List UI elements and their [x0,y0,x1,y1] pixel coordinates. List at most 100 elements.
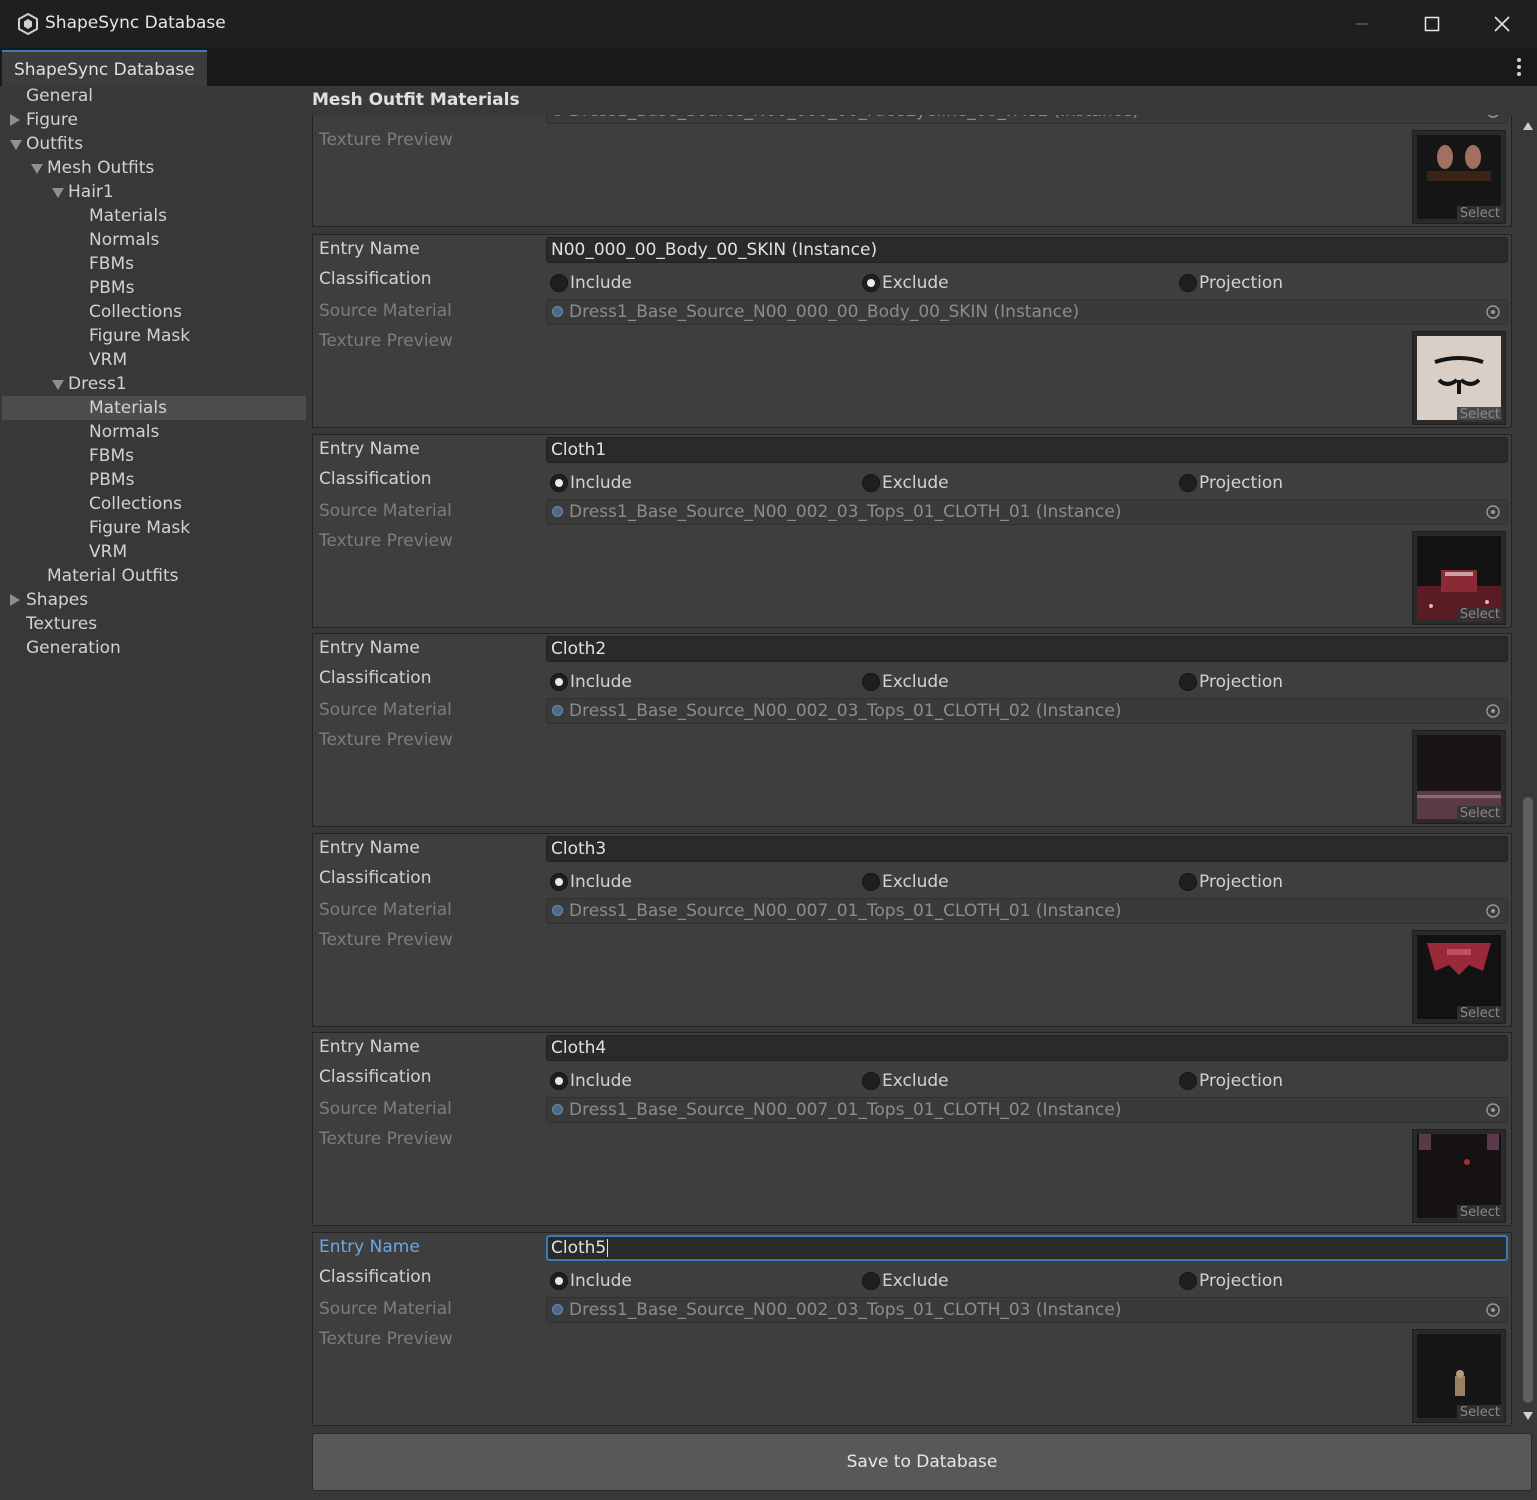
tab-shapesync-database[interactable]: ShapeSync Database [2,50,207,86]
sidebar-item-pbms[interactable]: PBMs [2,276,306,300]
radio-projection[interactable]: Projection [1179,870,1283,894]
collapsed-arrow-icon[interactable] [10,114,20,126]
radio-include[interactable]: Include [550,870,632,894]
source-material-field[interactable]: Dress1_Base_Source_N00_002_03_Tops_01_CL… [546,698,1508,725]
texture-preview-thumbnail[interactable]: Select [1412,1329,1506,1423]
sidebar-item-mesh-outfits[interactable]: Mesh Outfits [2,156,306,180]
sidebar-item-collections[interactable]: Collections [2,300,306,324]
radio-button-icon[interactable] [1179,872,1197,891]
source-material-field[interactable]: Dress1_Base_Source_N00_007_01_Tops_01_CL… [546,897,1508,924]
radio-button-icon[interactable] [862,673,880,692]
scroll-down-icon[interactable] [1522,1411,1534,1421]
object-picker-icon[interactable] [1485,903,1501,919]
sidebar-item-materials[interactable]: Materials [2,396,306,420]
radio-exclude[interactable]: Exclude [862,870,949,894]
expanded-arrow-icon[interactable] [52,188,64,198]
select-texture-button[interactable]: Select [1456,1205,1503,1221]
radio-button-icon[interactable] [1179,673,1197,692]
texture-preview-thumbnail[interactable]: Select [1412,929,1506,1024]
sidebar-item-hair1[interactable]: Hair1 [2,180,306,204]
radio-button-icon[interactable] [1179,1072,1197,1091]
sidebar-item-figure-mask[interactable]: Figure Mask [2,324,306,348]
select-texture-button[interactable]: Select [1456,1005,1503,1021]
radio-button-icon[interactable] [550,1272,568,1290]
select-texture-button[interactable]: Select [1456,1405,1503,1420]
radio-button-icon[interactable] [1179,473,1197,492]
sidebar-item-generation[interactable]: Generation [2,636,306,660]
expanded-arrow-icon[interactable] [31,164,43,174]
maximize-button[interactable] [1397,0,1467,48]
entry-name-input[interactable]: Cloth2 [546,636,1508,663]
source-material-field[interactable]: Dress1_Base_Source_N00_002_03_Tops_01_CL… [546,498,1508,525]
radio-button-icon[interactable] [550,473,568,492]
texture-preview-thumbnail[interactable]: Select [1412,331,1506,425]
radio-button-icon[interactable] [550,673,568,692]
entry-name-input[interactable]: Cloth1 [546,436,1508,463]
texture-preview-thumbnail[interactable]: Select [1412,730,1506,825]
radio-projection[interactable]: Projection [1179,471,1283,495]
sidebar-item-textures[interactable]: Textures [2,612,306,636]
select-texture-button[interactable]: Select [1456,606,1503,622]
radio-button-icon[interactable] [550,872,568,891]
select-texture-button[interactable]: Select [1456,407,1503,422]
radio-projection[interactable]: Projection [1179,271,1283,295]
radio-include[interactable]: Include [550,271,632,295]
object-picker-icon[interactable] [1485,115,1501,119]
sidebar-item-fbms[interactable]: FBMs [2,252,306,276]
close-button[interactable] [1467,0,1537,48]
entry-name-input[interactable]: Cloth4 [546,1035,1508,1062]
radio-button-icon[interactable] [862,1072,880,1091]
object-picker-icon[interactable] [1485,504,1501,520]
texture-preview-thumbnail[interactable]: Select [1412,130,1506,224]
entry-name-input[interactable]: N00_000_00_Body_00_SKIN (Instance) [546,237,1508,263]
radio-include[interactable]: Include [550,1269,632,1293]
radio-button-icon[interactable] [1179,274,1197,292]
sidebar-item-vrm[interactable]: VRM [2,540,306,564]
source-material-field[interactable]: Dress1_Base_Source_N00_000_00_FaceEyelin… [546,115,1508,124]
sidebar-item-fbms[interactable]: FBMs [2,444,306,468]
radio-include[interactable]: Include [550,670,632,694]
radio-include[interactable]: Include [550,471,632,495]
radio-projection[interactable]: Projection [1179,1069,1283,1093]
radio-projection[interactable]: Projection [1179,670,1283,694]
object-picker-icon[interactable] [1485,1302,1501,1318]
radio-button-icon[interactable] [862,872,880,891]
entry-name-input[interactable]: Cloth3 [546,835,1508,862]
sidebar-item-normals[interactable]: Normals [2,420,306,444]
entry-name-input[interactable]: Cloth5 [546,1235,1508,1261]
entries-scroll-area[interactable]: Source Material Dress1_Base_Source_N00_00… [306,115,1514,1427]
sidebar-item-material-outfits[interactable]: Material Outfits [2,564,306,588]
sidebar-item-general[interactable]: General [2,84,306,108]
collapsed-arrow-icon[interactable] [10,594,20,606]
scroll-up-icon[interactable] [1522,121,1534,131]
sidebar-item-collections[interactable]: Collections [2,492,306,516]
radio-button-icon[interactable] [862,274,880,292]
radio-button-icon[interactable] [1179,1272,1197,1290]
select-texture-button[interactable]: Select [1456,206,1503,221]
source-material-field[interactable]: Dress1_Base_Source_N00_002_03_Tops_01_CL… [546,1297,1508,1323]
expanded-arrow-icon[interactable] [10,140,22,150]
sidebar-item-shapes[interactable]: Shapes [2,588,306,612]
sidebar-item-materials[interactable]: Materials [2,204,306,228]
object-picker-icon[interactable] [1485,304,1501,320]
radio-button-icon[interactable] [550,1072,568,1091]
radio-exclude[interactable]: Exclude [862,670,949,694]
object-picker-icon[interactable] [1485,703,1501,719]
sidebar-item-vrm[interactable]: VRM [2,348,306,372]
texture-preview-thumbnail[interactable]: Select [1412,1129,1506,1224]
save-to-database-button[interactable]: Save to Database [312,1433,1532,1491]
sidebar-item-outfits[interactable]: Outfits [2,132,306,156]
sidebar-item-figure-mask[interactable]: Figure Mask [2,516,306,540]
sidebar-item-normals[interactable]: Normals [2,228,306,252]
radio-include[interactable]: Include [550,1069,632,1093]
more-options-icon[interactable] [1509,56,1529,78]
radio-projection[interactable]: Projection [1179,1269,1283,1293]
expanded-arrow-icon[interactable] [52,380,64,390]
radio-button-icon[interactable] [550,274,568,292]
radio-exclude[interactable]: Exclude [862,471,949,495]
select-texture-button[interactable]: Select [1456,806,1503,822]
radio-exclude[interactable]: Exclude [862,271,949,295]
radio-button-icon[interactable] [862,1272,880,1290]
source-material-field[interactable]: Dress1_Base_Source_N00_000_00_Body_00_SK… [546,299,1508,325]
texture-preview-thumbnail[interactable]: Select [1412,530,1506,625]
